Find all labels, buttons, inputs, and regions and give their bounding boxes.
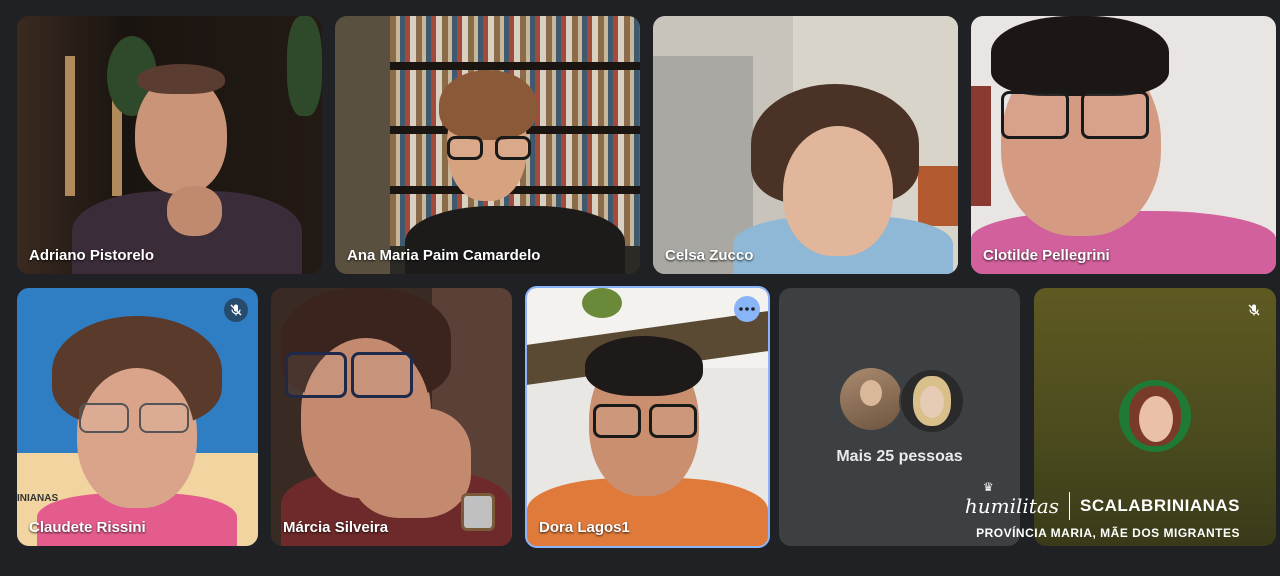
plant (287, 16, 322, 116)
avatar-face (860, 380, 882, 406)
face-front (79, 368, 195, 508)
hair (585, 336, 703, 396)
video-feed: INIANAS (17, 288, 258, 546)
video-feed (527, 288, 768, 546)
participant-name: Clotilde Pellegrini (983, 247, 1110, 264)
shelf (390, 62, 640, 70)
divider (1069, 492, 1070, 520)
glasses (351, 352, 413, 398)
participant-tile[interactable]: Adriano Pistorelo (17, 16, 322, 274)
watch (461, 493, 495, 531)
video-feed (271, 288, 512, 546)
avatar (1119, 380, 1191, 452)
glasses (285, 352, 347, 398)
crown-icon: ♛ (982, 480, 994, 494)
plant (582, 288, 622, 318)
hair (439, 70, 537, 140)
participant-tile[interactable]: Celsa Zucco (653, 16, 958, 274)
meeting-grid: { "participants": [ {"name": "Adriano Pi… (0, 0, 1280, 576)
more-options-icon (739, 307, 755, 311)
mic-off-icon (1242, 298, 1266, 322)
hand (167, 186, 222, 236)
video-feed (335, 16, 640, 274)
humilitas-text: humilitas (964, 494, 1059, 518)
participant-name: Claudete Rissini (29, 519, 146, 536)
brand-logo: ♛ humilitas SCALABRINIANAS PROVÍNCIA MAR… (964, 480, 1240, 540)
participant-tile[interactable]: Márcia Silveira (271, 288, 512, 546)
participant-name: Celsa Zucco (665, 247, 754, 264)
participant-name: Ana Maria Paim Camardelo (347, 247, 541, 264)
participant-tile[interactable]: Clotilde Pellegrini (971, 16, 1276, 274)
glasses (495, 136, 531, 160)
video-feed (17, 16, 322, 274)
avatar (899, 368, 965, 434)
hair (137, 64, 225, 94)
participant-name: Márcia Silveira (283, 519, 389, 536)
humilitas-wordmark: ♛ humilitas (964, 480, 1059, 518)
glasses (649, 404, 697, 438)
participant-tile[interactable]: INIANAS Claudete Rissini (17, 288, 258, 546)
more-people-label: Mais 25 pessoas (836, 448, 963, 465)
face-front (783, 126, 893, 256)
participant-name: Adriano Pistorelo (29, 247, 155, 264)
more-options-button[interactable] (734, 296, 760, 322)
video-feed (971, 16, 1276, 274)
hair (991, 16, 1169, 96)
org-subtitle: PROVÍNCIA MARIA, MÃE DOS MIGRANTES (976, 526, 1240, 540)
avatar (840, 368, 902, 430)
glasses (139, 403, 189, 433)
participant-tile-active[interactable]: Dora Lagos1 (525, 286, 770, 548)
glasses (79, 403, 129, 433)
avatar-face (1139, 396, 1173, 442)
shelf-post (65, 56, 75, 196)
hand (351, 408, 471, 518)
glasses (1081, 91, 1149, 139)
mic-off-icon (224, 298, 248, 322)
org-name: SCALABRINIANAS (1080, 496, 1240, 515)
glasses (1001, 91, 1069, 139)
glasses (593, 404, 641, 438)
video-feed (653, 16, 958, 274)
participant-name: Dora Lagos1 (539, 519, 630, 536)
painting (918, 166, 958, 226)
wall-object (971, 86, 991, 206)
wall (335, 16, 390, 274)
glasses (447, 136, 483, 160)
participant-tile[interactable]: Ana Maria Paim Camardelo (335, 16, 640, 274)
avatar-face (920, 386, 944, 418)
